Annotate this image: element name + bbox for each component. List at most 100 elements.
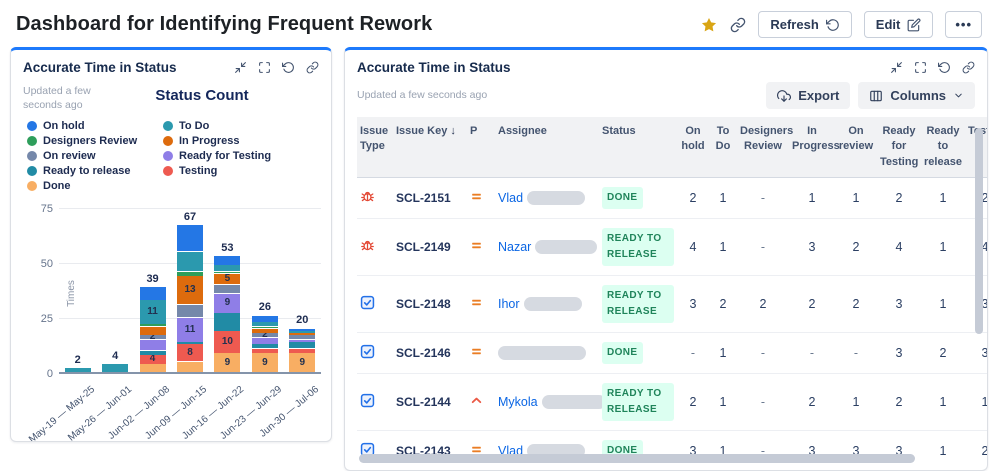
issue-key: SCL-2144 <box>393 373 467 432</box>
bar-segment[interactable] <box>139 324 166 327</box>
bar-segment[interactable] <box>289 342 316 349</box>
column-header[interactable]: Issue Type <box>357 117 393 179</box>
fullscreen-icon[interactable] <box>258 61 271 74</box>
horizontal-scrollbar-thumb[interactable] <box>359 454 915 463</box>
bar-segment[interactable] <box>289 333 316 335</box>
bar-segment[interactable]: 2 <box>251 329 278 340</box>
column-header[interactable]: Issue Key ↓ <box>393 117 467 179</box>
chart-title: Status Count <box>155 87 249 104</box>
refresh-gadget-icon[interactable] <box>282 61 295 74</box>
column-header[interactable]: On review <box>835 117 877 179</box>
column-header[interactable]: Assignee <box>495 117 599 179</box>
legend-item[interactable]: Done <box>27 180 163 192</box>
export-button[interactable]: Export <box>766 82 851 109</box>
bar-segment[interactable]: 9 <box>214 293 241 313</box>
legend-item[interactable]: On review <box>27 150 163 162</box>
column-header[interactable]: In Progress <box>789 117 840 179</box>
legend-item[interactable]: Ready for Testing <box>163 150 331 162</box>
link-gadget-icon[interactable] <box>962 61 975 74</box>
bar-segment[interactable]: 9 <box>251 353 278 373</box>
bar-segment[interactable] <box>177 271 203 276</box>
vertical-scrollbar-thumb[interactable] <box>975 128 983 334</box>
bar-segment[interactable] <box>289 348 316 353</box>
assignee-link[interactable]: Ihor <box>498 297 520 311</box>
bar-segment[interactable] <box>139 364 166 373</box>
column-header[interactable]: Status <box>599 117 677 179</box>
bar-segment[interactable] <box>289 328 316 331</box>
bar-segment[interactable] <box>177 304 203 318</box>
bar-segment[interactable] <box>251 328 278 333</box>
legend-item[interactable]: Designers Review <box>27 135 163 147</box>
legend-item[interactable]: On hold <box>27 120 163 132</box>
refresh-gadget-icon[interactable] <box>938 61 951 74</box>
legend-item[interactable]: To Do <box>163 120 331 132</box>
bar-segment[interactable]: 5 <box>214 273 241 285</box>
bar-segment[interactable]: 11 <box>177 317 203 342</box>
bar-segment[interactable] <box>251 326 278 329</box>
bar-segment[interactable] <box>177 251 203 272</box>
assignee-link[interactable]: Vlad <box>498 191 523 205</box>
status-count-value: 1 <box>835 177 877 220</box>
column-header[interactable]: Designers Review <box>737 117 793 179</box>
bar-segment[interactable] <box>289 331 316 333</box>
bar-segment[interactable] <box>251 315 278 322</box>
refresh-button[interactable]: Refresh <box>758 11 852 38</box>
bar-segment[interactable]: 13 <box>177 276 203 305</box>
bar-segment[interactable]: 11 <box>139 300 166 324</box>
bar-segment[interactable] <box>289 339 316 342</box>
bar-segment[interactable] <box>214 313 241 331</box>
legend-item[interactable]: In Progress <box>163 135 331 147</box>
column-header[interactable]: Ready for Testing <box>877 117 921 179</box>
fullscreen-icon[interactable] <box>914 61 927 74</box>
chevron-down-icon <box>955 93 962 98</box>
y-axis-tick: 25 <box>40 313 53 326</box>
collapse-icon[interactable] <box>890 61 903 74</box>
favorite-star-icon[interactable] <box>700 16 718 34</box>
bar-segment[interactable] <box>251 348 278 353</box>
status-count-value: 3 <box>677 275 709 334</box>
bar-segment[interactable] <box>139 287 166 300</box>
legend-item[interactable]: Testing <box>163 165 331 177</box>
status-count-value: - <box>789 332 835 375</box>
link-gadget-icon[interactable] <box>306 61 319 74</box>
column-header[interactable]: P <box>467 117 495 179</box>
share-link-icon[interactable] <box>730 17 746 33</box>
bar-total-label: 39 <box>146 272 159 285</box>
assignee-link[interactable]: Nazar <box>498 240 531 254</box>
legend-item[interactable]: Ready to release <box>27 165 163 177</box>
bar-segment[interactable] <box>177 361 203 373</box>
bar-segment[interactable]: 10 <box>214 331 241 353</box>
bar-segment[interactable] <box>177 225 203 252</box>
more-options-button[interactable]: ••• <box>945 11 982 38</box>
column-header[interactable]: On hold <box>677 117 709 179</box>
bar-segment[interactable] <box>139 326 166 335</box>
assignee-link[interactable]: Mykola <box>498 395 538 409</box>
bar-segment[interactable]: 9 <box>289 353 316 373</box>
issue-row: SCL-2148 Ihor READY TO RELEASE 3 2 2 2 2 3 1 3 <box>357 275 987 334</box>
bar-segment[interactable] <box>251 344 278 349</box>
status-count-value: 3 <box>877 332 921 375</box>
status-count-value: 2 <box>789 275 835 334</box>
bar-segment[interactable] <box>102 364 129 373</box>
bar-segment[interactable] <box>177 342 203 344</box>
bar-segment[interactable] <box>214 256 241 265</box>
bar-total-label: 53 <box>221 241 234 254</box>
bar-segment[interactable] <box>214 271 241 274</box>
bar-segment[interactable] <box>64 368 91 373</box>
bar-segment[interactable]: 9 <box>214 353 241 373</box>
bar-segment[interactable]: 4 <box>139 353 166 364</box>
columns-button[interactable]: Columns <box>858 82 975 109</box>
issue-key: SCL-2149 <box>393 218 467 277</box>
bar-segment[interactable] <box>214 284 241 294</box>
collapse-icon[interactable] <box>234 61 247 74</box>
column-header[interactable]: Ready to release <box>921 117 965 179</box>
bar-segment[interactable]: 8 <box>177 344 203 362</box>
bar-segment[interactable] <box>251 322 278 327</box>
edit-button[interactable]: Edit <box>863 11 934 38</box>
bar-segment[interactable] <box>214 265 241 272</box>
bar-segment[interactable]: 2 <box>139 331 166 342</box>
bar-segment[interactable] <box>139 350 166 355</box>
column-header[interactable]: To Do <box>709 117 737 179</box>
left-updated-text: Updated a few seconds ago <box>23 85 91 112</box>
bar-segment[interactable] <box>289 335 316 340</box>
